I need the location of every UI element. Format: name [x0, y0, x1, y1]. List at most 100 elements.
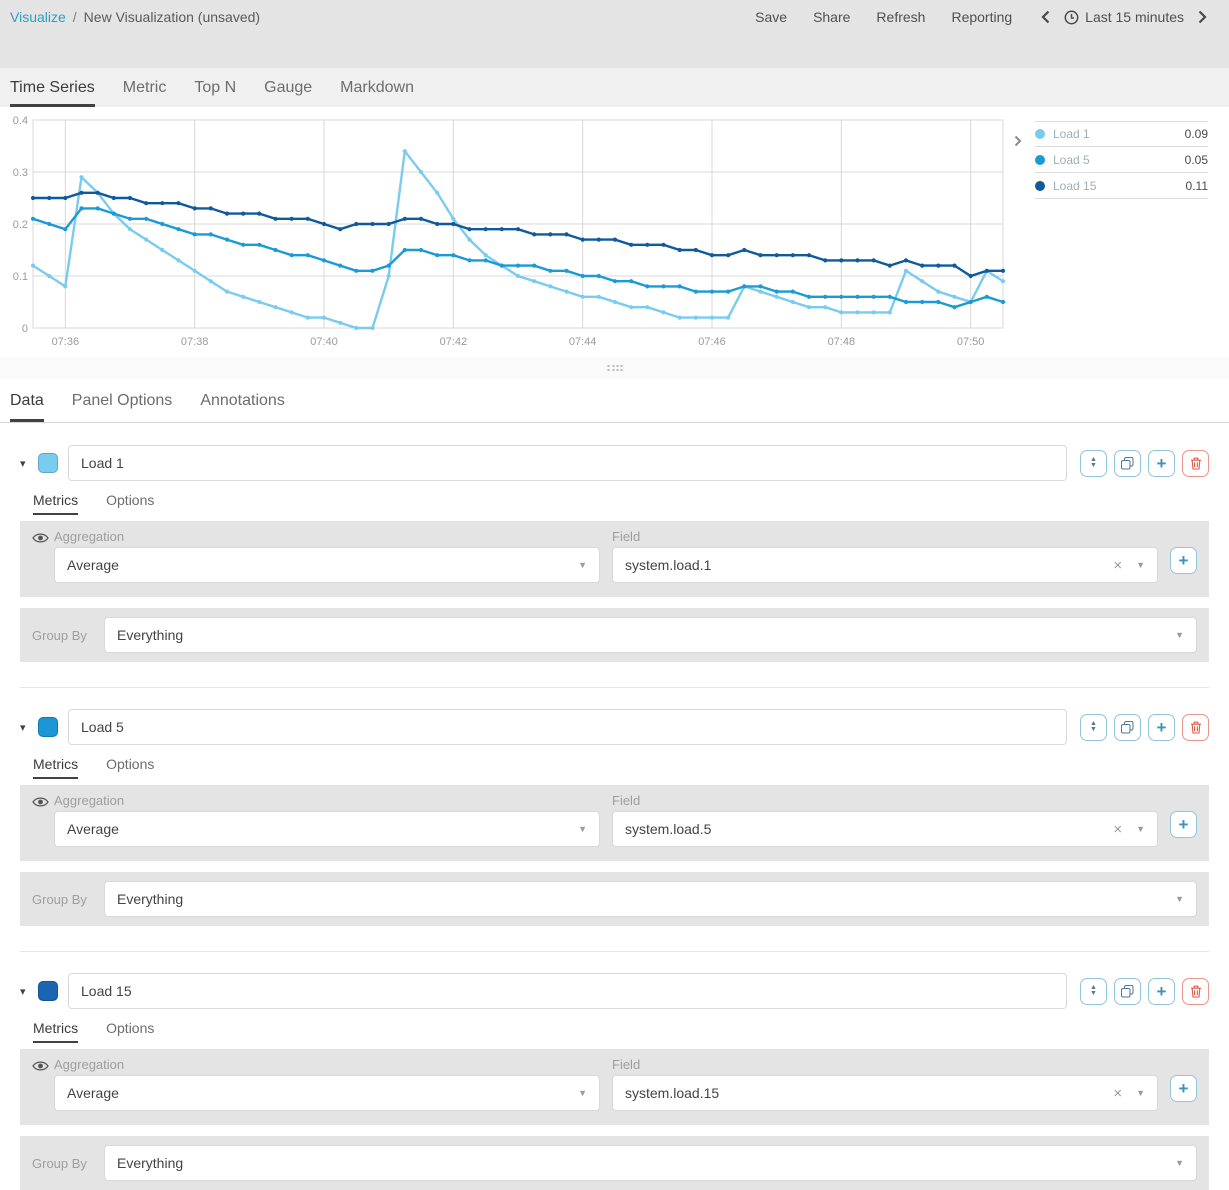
add-series-button[interactable]: +	[1148, 450, 1175, 477]
series-tab-options[interactable]: Options	[106, 756, 154, 779]
add-series-button[interactable]: +	[1148, 714, 1175, 741]
legend-row[interactable]: Load 50.05	[1035, 147, 1208, 173]
drag-handle-icon[interactable]	[607, 365, 622, 371]
series-tab-metrics[interactable]: Metrics	[33, 1020, 78, 1043]
chevron-right-icon	[1198, 10, 1207, 24]
clone-series-button[interactable]	[1114, 714, 1141, 741]
data-point	[322, 222, 326, 226]
add-metric-button[interactable]: +	[1170, 1075, 1197, 1102]
legend-series-label: Load 5	[1053, 153, 1090, 167]
data-point	[209, 206, 213, 210]
time-range-button[interactable]: Last 15 minutes	[1060, 7, 1188, 27]
field-select[interactable]: system.load.5 × ▼	[612, 811, 1158, 847]
series-color-swatch[interactable]	[38, 453, 58, 473]
series-header-row: ▾ ▲▼ +	[20, 709, 1209, 745]
series-block-load-5: ▾ ▲▼ + Metrics Options	[20, 709, 1209, 926]
share-button[interactable]: Share	[800, 7, 863, 27]
aggregation-select[interactable]: Average ▼	[54, 1075, 600, 1111]
data-point	[661, 310, 665, 314]
reporting-button[interactable]: Reporting	[938, 7, 1025, 27]
clone-series-button[interactable]	[1114, 450, 1141, 477]
viz-tab-metric[interactable]: Metric	[123, 71, 167, 107]
group-by-select[interactable]: Everything ▼	[104, 617, 1197, 653]
sort-arrows-icon: ▲▼	[1090, 985, 1097, 997]
series-tab-metrics[interactable]: Metrics	[33, 492, 78, 515]
series-color-swatch[interactable]	[38, 717, 58, 737]
data-point	[500, 227, 504, 231]
aggregation-select[interactable]: Average ▼	[54, 547, 600, 583]
add-series-button[interactable]: +	[1148, 978, 1175, 1005]
viz-tab-gauge[interactable]: Gauge	[264, 71, 312, 107]
editor-tab-annotations[interactable]: Annotations	[200, 388, 285, 422]
top-actions: Save Share Refresh Reporting Last 15 min…	[742, 7, 1217, 27]
refresh-button[interactable]: Refresh	[863, 7, 938, 27]
clear-field-icon[interactable]: ×	[1113, 822, 1122, 837]
visibility-eye-icon[interactable]	[32, 795, 49, 813]
editor-tab-panel-options[interactable]: Panel Options	[72, 388, 173, 422]
metric-add-column: +	[1170, 793, 1197, 847]
field-select[interactable]: system.load.1 × ▼	[612, 547, 1158, 583]
visibility-eye-icon[interactable]	[32, 531, 49, 549]
data-point	[629, 279, 633, 283]
collapse-caret-icon[interactable]: ▾	[20, 457, 38, 470]
data-point	[710, 316, 714, 320]
collapse-caret-icon[interactable]: ▾	[20, 985, 38, 998]
legend-row[interactable]: Load 10.09	[1035, 121, 1208, 147]
clear-field-icon[interactable]: ×	[1113, 1086, 1122, 1101]
series-label-input[interactable]	[68, 709, 1067, 745]
group-by-select[interactable]: Everything ▼	[104, 1145, 1197, 1181]
y-axis-tick-label: 0.4	[13, 115, 28, 127]
timeseries-chart[interactable]: 00.10.20.30.407:3607:3807:4007:4207:4407…	[0, 107, 1008, 357]
legend-row[interactable]: Load 150.11	[1035, 173, 1208, 199]
data-point	[322, 258, 326, 262]
delete-series-button[interactable]	[1182, 714, 1209, 741]
series-tab-options[interactable]: Options	[106, 1020, 154, 1043]
data-point	[290, 217, 294, 221]
delete-series-button[interactable]	[1182, 978, 1209, 1005]
series-label-input[interactable]	[68, 445, 1067, 481]
plus-icon: +	[1157, 719, 1167, 736]
data-point	[467, 258, 471, 262]
legend-series-value: 0.11	[1186, 179, 1208, 193]
series-tab-options[interactable]: Options	[106, 492, 154, 515]
breadcrumb-visualize-link[interactable]: Visualize	[10, 9, 66, 25]
data-point	[370, 222, 374, 226]
field-select[interactable]: system.load.15 × ▼	[612, 1075, 1158, 1111]
series-tabs: Metrics Options	[33, 492, 1209, 515]
viz-tab-markdown[interactable]: Markdown	[340, 71, 414, 107]
legend-collapse-button[interactable]	[1014, 134, 1022, 152]
data-point	[839, 295, 843, 299]
add-metric-button[interactable]: +	[1170, 811, 1197, 838]
data-point	[354, 269, 358, 273]
delete-series-button[interactable]	[1182, 450, 1209, 477]
save-button[interactable]: Save	[742, 7, 800, 27]
reorder-series-button[interactable]: ▲▼	[1080, 978, 1107, 1005]
reorder-series-button[interactable]: ▲▼	[1080, 450, 1107, 477]
add-metric-button[interactable]: +	[1170, 547, 1197, 574]
data-point	[128, 196, 132, 200]
data-point	[855, 310, 859, 314]
clear-field-icon[interactable]: ×	[1113, 558, 1122, 573]
group-by-select[interactable]: Everything ▼	[104, 881, 1197, 917]
series-color-swatch[interactable]	[38, 981, 58, 1001]
visibility-eye-icon[interactable]	[32, 1059, 49, 1077]
chart-legend: Load 10.09Load 50.05Load 150.11	[1012, 121, 1208, 199]
data-point	[273, 217, 277, 221]
reorder-series-button[interactable]: ▲▼	[1080, 714, 1107, 741]
collapse-caret-icon[interactable]: ▾	[20, 721, 38, 734]
time-back-button[interactable]	[1031, 8, 1060, 26]
data-point	[403, 248, 407, 252]
panel-resize-splitter[interactable]	[0, 357, 1229, 379]
series-label-input[interactable]	[68, 973, 1067, 1009]
data-point	[629, 243, 633, 247]
series-tab-metrics[interactable]: Metrics	[33, 756, 78, 779]
viz-tab-time-series[interactable]: Time Series	[10, 71, 95, 107]
editor-tab-data[interactable]: Data	[10, 388, 44, 422]
data-point	[467, 227, 471, 231]
time-forward-button[interactable]	[1188, 8, 1217, 26]
aggregation-select[interactable]: Average ▼	[54, 811, 600, 847]
data-point	[888, 264, 892, 268]
clone-series-button[interactable]	[1114, 978, 1141, 1005]
data-point	[758, 253, 762, 257]
viz-tab-top-n[interactable]: Top N	[194, 71, 236, 107]
